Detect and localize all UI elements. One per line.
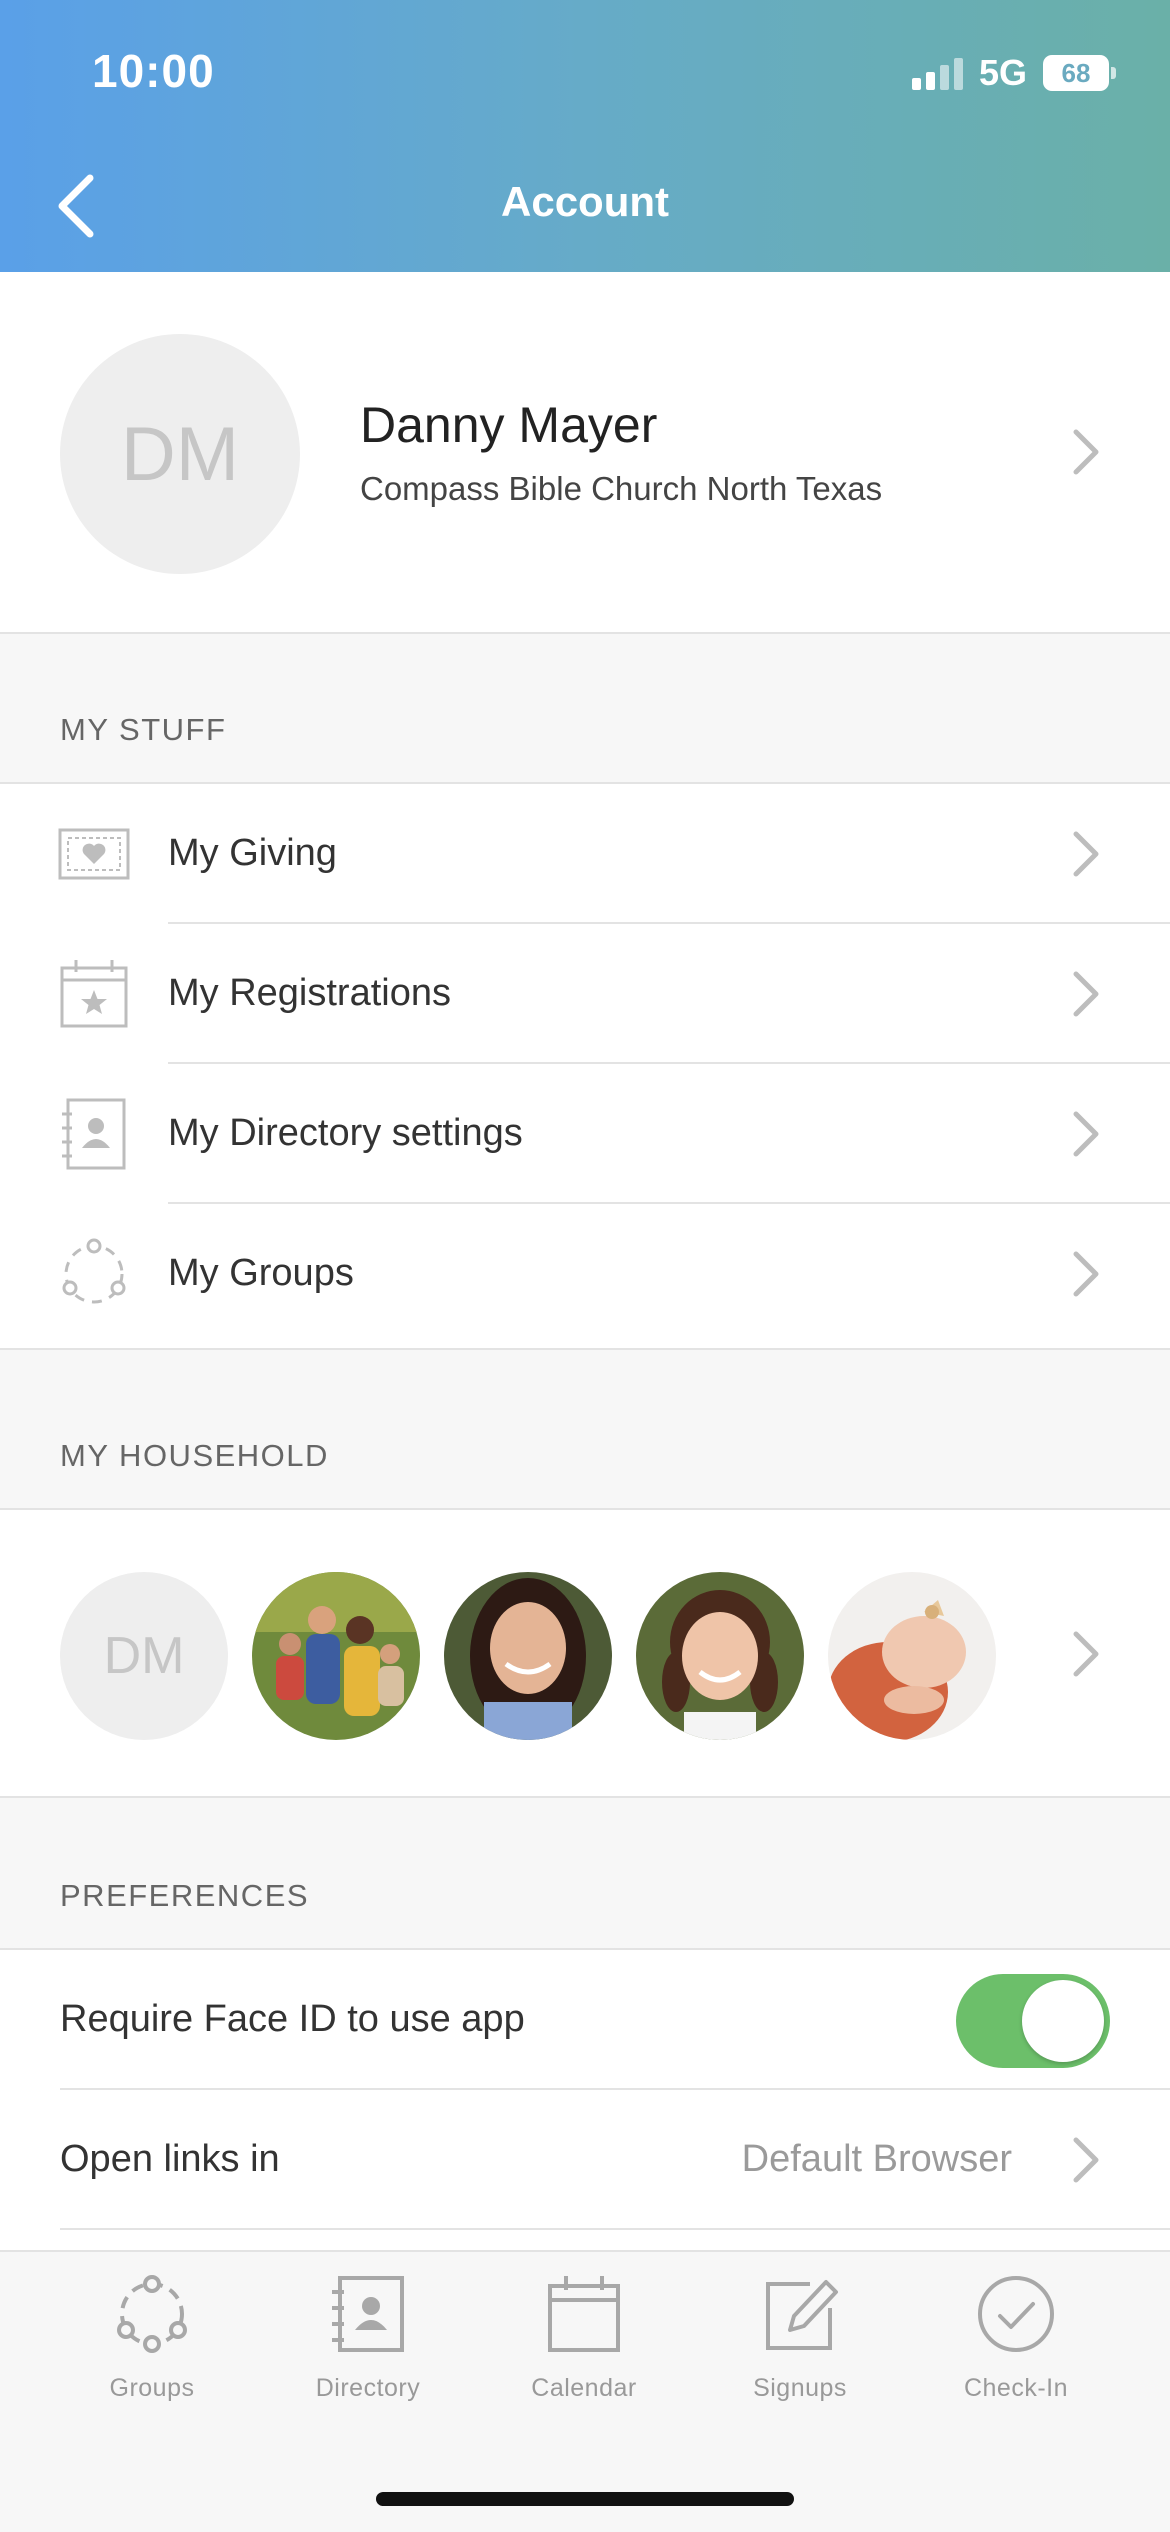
home-indicator[interactable] xyxy=(376,2492,794,2506)
profile-card[interactable]: DM Danny Mayer Compass Bible Church Nort… xyxy=(0,272,1170,634)
chevron-right-icon xyxy=(1066,1106,1106,1162)
checkin-icon xyxy=(978,2276,1054,2352)
status-indicators: 5G 68 xyxy=(911,52,1116,94)
signal-icon xyxy=(911,56,963,90)
list-item-label: My Groups xyxy=(168,1252,354,1294)
list-item-label: My Directory settings xyxy=(168,1112,523,1154)
section-title: MY STUFF xyxy=(60,712,227,747)
girl-photo[interactable] xyxy=(444,1572,612,1740)
pref-open-links[interactable]: Open links in Default Browser xyxy=(0,2090,1170,2230)
pref-face-id: Require Face ID to use app xyxy=(0,1950,1170,2090)
header-bar: 10:00 5G 68 Account xyxy=(0,0,1170,272)
list-item-my-groups[interactable]: My Groups xyxy=(0,1204,1170,1344)
pref-label: Open links in xyxy=(60,2138,280,2180)
groups-icon xyxy=(117,2275,187,2353)
tab-directory[interactable]: Directory xyxy=(268,2274,468,2414)
child-photo[interactable] xyxy=(636,1572,804,1740)
groups-icon xyxy=(62,1238,126,1304)
tab-label: Check-In xyxy=(963,2374,1069,2402)
battery-level: 68 xyxy=(1043,55,1109,91)
chevron-right-icon xyxy=(1066,826,1106,882)
calendar-icon xyxy=(548,2276,620,2352)
face-id-toggle[interactable] xyxy=(956,1974,1110,2068)
tab-groups[interactable]: Groups xyxy=(52,2274,252,2414)
list-item-my-directory-settings[interactable]: My Directory settings xyxy=(0,1064,1170,1204)
chevron-right-icon xyxy=(1066,424,1106,480)
tab-bar: Groups Directory Calendar Signups Check-… xyxy=(0,2250,1170,2532)
section-title: PREFERENCES xyxy=(60,1878,310,1913)
section-my-household: MY HOUSEHOLD xyxy=(0,1350,1170,1508)
page-title: Account xyxy=(501,178,669,225)
chevron-right-icon[interactable] xyxy=(1066,1626,1106,1682)
tab-check-in[interactable]: Check-In xyxy=(916,2274,1116,2414)
directory-icon xyxy=(62,1098,126,1170)
tab-label: Signups xyxy=(753,2374,847,2402)
tab-label: Directory xyxy=(315,2374,421,2402)
baby-photo[interactable] xyxy=(828,1572,996,1740)
list-item-my-registrations[interactable]: My Registrations xyxy=(0,924,1170,1064)
profile-name: Danny Mayer xyxy=(360,397,658,453)
household-avatar-initials[interactable]: DM xyxy=(60,1572,228,1740)
giving-icon xyxy=(58,828,130,880)
preferences-list: Require Face ID to use app Open links in… xyxy=(0,1948,1170,2248)
network-type: 5G xyxy=(978,52,1027,93)
profile-organization: Compass Bible Church North Texas xyxy=(360,470,883,507)
household-row[interactable]: DM xyxy=(0,1508,1170,1798)
pref-value: Default Browser xyxy=(741,2138,1012,2180)
tab-calendar[interactable]: Calendar xyxy=(484,2274,684,2414)
section-title: MY HOUSEHOLD xyxy=(60,1438,329,1473)
chevron-right-icon xyxy=(1066,2132,1106,2188)
registrations-calendar-icon xyxy=(60,960,128,1028)
status-time: 10:00 xyxy=(92,45,215,97)
chevron-right-icon xyxy=(1066,1246,1106,1302)
battery-icon: 68 xyxy=(1043,55,1116,91)
pref-label: Require Face ID to use app xyxy=(60,1998,525,2040)
section-my-stuff: MY STUFF xyxy=(0,634,1170,782)
list-item-my-giving[interactable]: My Giving xyxy=(0,784,1170,924)
signups-icon xyxy=(766,2280,838,2350)
tab-signups[interactable]: Signups xyxy=(700,2274,900,2414)
family-photo[interactable] xyxy=(252,1572,420,1740)
chevron-right-icon xyxy=(1066,966,1106,1022)
my-stuff-list: My Giving My Registrations My Directory … xyxy=(0,782,1170,1350)
list-item-label: My Registrations xyxy=(168,972,451,1014)
list-item-label: My Giving xyxy=(168,832,337,874)
tab-label: Groups xyxy=(109,2374,195,2402)
avatar: DM xyxy=(60,334,300,574)
tab-label: Calendar xyxy=(531,2374,637,2402)
section-preferences: PREFERENCES xyxy=(0,1798,1170,1948)
directory-icon xyxy=(332,2276,404,2352)
